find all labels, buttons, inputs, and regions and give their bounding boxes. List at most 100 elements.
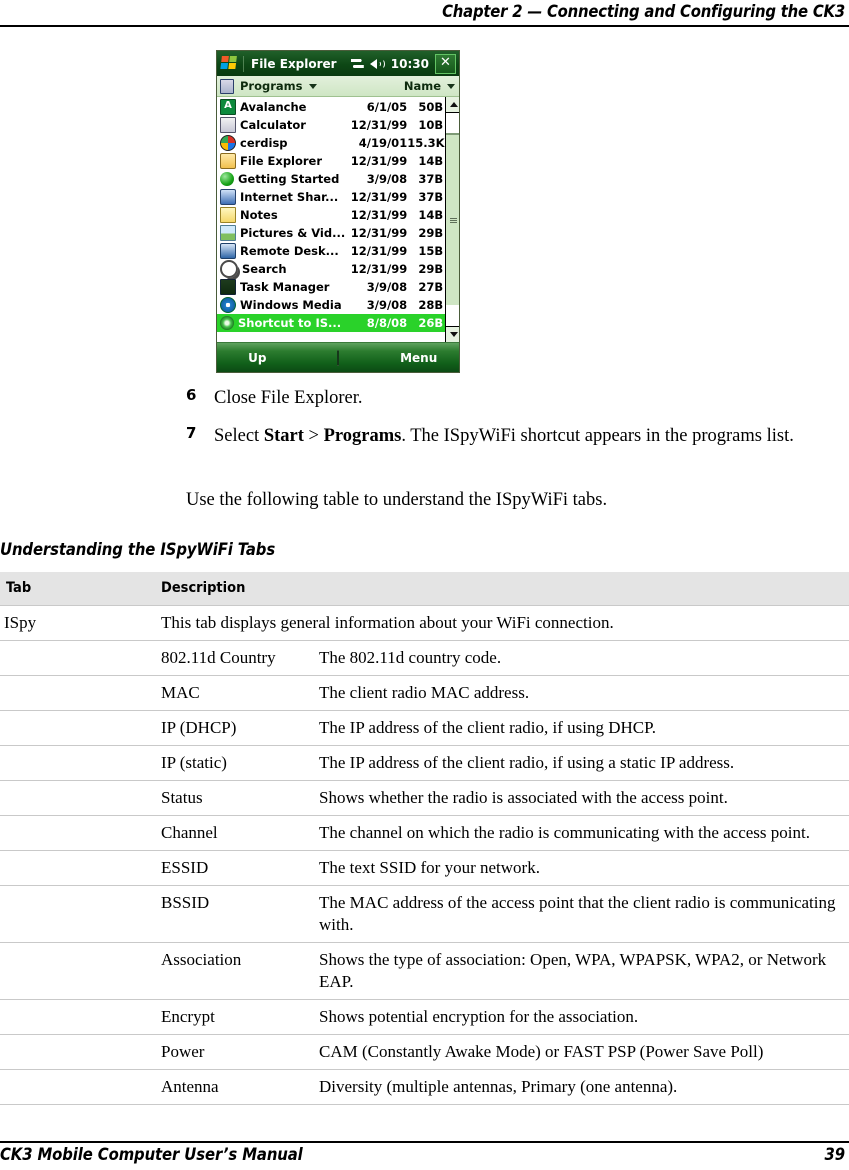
file-explorer-icon (220, 153, 236, 169)
file-list-item[interactable]: Internet Shar... 12/31/99 37B (217, 188, 445, 206)
file-date: 12/31/99 (350, 154, 408, 168)
file-date: 3/9/08 (366, 280, 408, 294)
cell-description: Shows potential encryption for the assoc… (313, 999, 849, 1035)
file-name: File Explorer (240, 154, 323, 168)
remote-desktop-icon (220, 243, 236, 259)
file-date: 12/31/99 (350, 190, 408, 204)
table-row: Encrypt Shows potential encryption for th… (0, 999, 849, 1035)
cell-field: ESSID (155, 850, 313, 886)
page-footer: CK3 Mobile Computer User’s Manual 39 (0, 1145, 849, 1164)
close-icon[interactable]: ✕ (435, 53, 456, 74)
file-size: 29B (418, 226, 444, 240)
file-list-item[interactable]: Shortcut to IS... 8/8/08 26B (217, 314, 446, 332)
file-name: Remote Desk... (240, 244, 339, 258)
file-list-item[interactable]: Task Manager 3/9/08 27B (217, 278, 445, 296)
file-size: 37B (418, 190, 444, 204)
avalanche-icon: A (220, 99, 236, 115)
cell-tab (0, 640, 155, 676)
file-list-item[interactable]: Search 12/31/99 29B (217, 260, 445, 278)
path-sort-bar: Programs Name (217, 76, 459, 97)
scroll-up-button[interactable] (446, 97, 459, 113)
softkey-up[interactable]: Up (217, 351, 298, 365)
file-name: Search (242, 262, 287, 276)
windows-start-icon[interactable] (220, 56, 239, 71)
file-size: 10B (418, 118, 444, 132)
sort-selector-label[interactable]: Name (404, 79, 441, 93)
file-date: 12/31/99 (350, 208, 408, 222)
file-list-item[interactable]: Notes 12/31/99 14B (217, 206, 445, 224)
step-text-part: Select (214, 426, 264, 446)
volume-speaker-icon[interactable] (369, 58, 385, 70)
file-list-item[interactable]: Getting Started 3/9/08 37B (217, 170, 445, 188)
file-list-item[interactable]: A Avalanche 6/1/05 50B (217, 98, 445, 116)
file-name: Getting Started (238, 172, 340, 186)
softkey-keyboard[interactable] (298, 349, 379, 366)
getting-started-icon (220, 172, 234, 186)
cell-field: IP (DHCP) (155, 710, 313, 746)
cell-description: CAM (Constantly Awake Mode) or FAST PSP … (313, 1034, 849, 1070)
cell-field: Encrypt (155, 999, 313, 1035)
cell-description: The IP address of the client radio, if u… (313, 710, 849, 746)
file-size: 50B (418, 100, 444, 114)
file-name: Avalanche (240, 100, 307, 114)
connectivity-icon[interactable] (351, 58, 364, 69)
table-caption: Understanding the ISpyWiFi Tabs (0, 540, 276, 559)
cell-tab (0, 850, 155, 886)
file-rows: A Avalanche 6/1/05 50B Calculator 12/31/99 10B… (217, 97, 446, 342)
cell-tab (0, 815, 155, 851)
internet-sharing-icon (220, 189, 236, 205)
file-size: 14B (418, 208, 444, 222)
caret-down-icon (449, 332, 458, 337)
notes-icon (220, 207, 236, 223)
table-row: Status Shows whether the radio is associa… (0, 780, 849, 816)
step-number: 7 (186, 424, 197, 442)
cerdisp-icon (220, 135, 236, 151)
cell-tab (0, 675, 155, 711)
cell-tab (0, 1069, 155, 1105)
scroll-thumb[interactable] (446, 133, 459, 305)
file-size: 14B (418, 154, 444, 168)
file-date: 12/31/99 (350, 262, 408, 276)
scroll-track[interactable] (446, 113, 459, 326)
file-date: 3/9/08 (366, 298, 408, 312)
vertical-scrollbar[interactable] (445, 97, 459, 342)
table-row: MAC The client radio MAC address. (0, 675, 849, 711)
table-header-row: Tab Description (0, 572, 849, 606)
file-size: 28B (418, 298, 444, 312)
scroll-down-button[interactable] (446, 326, 459, 342)
clock-label[interactable]: 10:30 (391, 57, 429, 71)
table-lead-in: Use the following table to understand th… (186, 490, 608, 510)
cell-description: Diversity (multiple antennas, Primary (o… (313, 1069, 849, 1105)
file-date: 3/9/08 (366, 172, 408, 186)
file-list-item[interactable]: Windows Media 3/9/08 28B (217, 296, 445, 314)
softkey-menu[interactable]: Menu (378, 351, 459, 365)
device-icon (220, 78, 234, 94)
windows-media-icon (220, 297, 236, 313)
table-row: Association Shows the type of association… (0, 942, 849, 1000)
folder-selector-label[interactable]: Programs (240, 79, 303, 93)
table-row: ISpy This tab displays general informatio… (0, 605, 849, 641)
cell-tab (0, 942, 155, 1000)
file-list-item[interactable]: Calculator 12/31/99 10B (217, 116, 445, 134)
file-list-item[interactable]: cerdisp 4/19/01 15.3K (217, 134, 445, 152)
cell-tab: ISpy (0, 605, 155, 641)
cell-field: Association (155, 942, 313, 1000)
file-name: Pictures & Vid... (240, 226, 346, 240)
page-header: Chapter 2 — Connecting and Configuring t… (0, 0, 849, 26)
sort-chevron-down-icon[interactable] (447, 83, 455, 89)
file-list-item[interactable]: Pictures & Vid... 12/31/99 29B (217, 224, 445, 242)
step-text: Select Start > Programs. The ISpyWiFi sh… (214, 424, 849, 449)
chevron-down-icon[interactable] (308, 83, 317, 89)
cell-description: The IP address of the client radio, if u… (313, 745, 849, 781)
cell-field: Channel (155, 815, 313, 851)
file-list-item[interactable]: File Explorer 12/31/99 14B (217, 152, 445, 170)
cell-field: 802.11d Country (155, 640, 313, 676)
file-list-item[interactable]: Remote Desk... 12/31/99 15B (217, 242, 445, 260)
step-number: 6 (186, 386, 197, 404)
keyboard-icon[interactable] (337, 349, 339, 366)
page-number: 39 (824, 1145, 846, 1164)
cell-field: MAC (155, 675, 313, 711)
softkey-bar: Up Menu (217, 342, 459, 372)
grip-icon (450, 217, 458, 223)
titlebar: File Explorer 10:30 ✕ (217, 51, 459, 76)
